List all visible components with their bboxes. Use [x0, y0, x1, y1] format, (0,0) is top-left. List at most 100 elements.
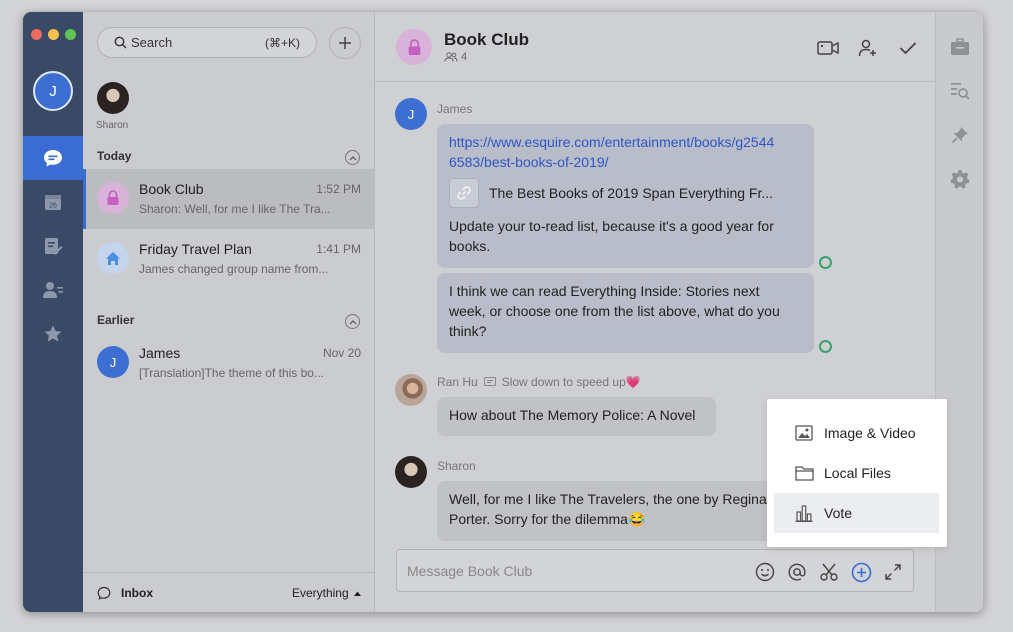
composer-placeholder: Message Book Club	[407, 563, 533, 579]
book-club-avatar	[97, 182, 129, 214]
rail-favorites-button[interactable]	[23, 312, 83, 356]
chat-title: Book Club	[444, 30, 529, 49]
conversation-list-panel: Search (⌘+K) Sharon Today Book Club 1:52…	[83, 12, 375, 612]
user-avatar[interactable]: J	[33, 71, 73, 111]
done-button[interactable]	[896, 36, 920, 60]
rail-contacts-button[interactable]	[23, 268, 83, 312]
gear-icon	[950, 170, 970, 189]
status-icon	[483, 376, 496, 386]
collapse-today-button[interactable]	[345, 150, 360, 165]
link-preview-description-line1: Update your to-read list, because it's a…	[449, 218, 774, 234]
screenshot-button[interactable]	[818, 561, 840, 583]
member-count[interactable]: 4	[444, 51, 467, 63]
sharon-avatar[interactable]	[395, 456, 427, 488]
pinned-messages-button[interactable]	[948, 123, 972, 147]
conversation-preview: Sharon: Well, for me I like The Tra...	[139, 202, 331, 216]
link-preview-card[interactable]: The Best Books of 2019 Span Everything F…	[449, 178, 802, 208]
conversation-item-book-club[interactable]: Book Club 1:52 PM Sharon: Well, for me I…	[83, 169, 375, 229]
search-label: Search	[131, 35, 173, 50]
text-message-bubble[interactable]: I think we can read Everything Inside: S…	[437, 273, 814, 353]
zoom-window-button[interactable]	[65, 29, 76, 40]
read-receipt-icon	[819, 340, 832, 353]
friday-travel-plan-avatar	[97, 242, 129, 274]
sender-name: Ran Hu	[437, 375, 478, 389]
menu-item-label: Local Files	[824, 465, 891, 481]
chevron-up-icon	[349, 319, 356, 324]
expand-icon	[885, 564, 901, 580]
search-box[interactable]: Search (⌘+K)	[97, 27, 317, 58]
group-avatar[interactable]	[396, 29, 432, 65]
message-link[interactable]: https://www.esquire.com/entertainment/bo…	[449, 132, 802, 172]
smiley-icon	[755, 562, 775, 582]
james-message-avatar-initial: J	[407, 106, 415, 122]
message-text-line1: Well, for me I like The Travelers, the o…	[449, 491, 767, 507]
message-sender: Sharon	[437, 459, 476, 473]
james-avatar: J	[97, 346, 129, 378]
pin-icon	[951, 127, 968, 144]
expand-composer-button[interactable]	[882, 561, 904, 583]
message-sender: James	[437, 102, 473, 116]
mention-button[interactable]	[786, 561, 808, 583]
link-message-bubble[interactable]: https://www.esquire.com/entertainment/bo…	[437, 124, 814, 268]
james-message-avatar[interactable]: J	[395, 98, 427, 130]
message-link-line1: https://www.esquire.com/entertainment/bo…	[449, 134, 775, 150]
inbox-label[interactable]: Inbox	[121, 586, 153, 600]
chat-settings-button[interactable]	[948, 167, 972, 191]
inbox-bubble-icon	[97, 586, 111, 600]
message-sender: Ran Hu Slow down to speed up💗	[437, 375, 641, 389]
menu-item-local-files[interactable]: Local Files	[774, 453, 939, 493]
search-history-button[interactable]	[948, 79, 972, 103]
minimize-window-button[interactable]	[48, 29, 59, 40]
briefcase-icon	[951, 38, 969, 55]
section-today-title: Today	[97, 149, 132, 163]
conversation-preview: James changed group name from...	[139, 262, 329, 276]
conversation-time: 1:52 PM	[316, 182, 361, 196]
document-edit-icon	[45, 238, 63, 255]
filter-dropdown[interactable]: Everything	[292, 586, 361, 600]
rail-docs-button[interactable]	[23, 224, 83, 268]
star-icon	[44, 325, 62, 342]
lock-icon	[408, 38, 420, 55]
add-person-icon	[858, 39, 876, 57]
video-call-button[interactable]	[816, 36, 840, 60]
rail-chats-button[interactable]	[23, 136, 83, 180]
menu-item-vote[interactable]: Vote	[774, 493, 939, 533]
at-sign-icon	[788, 563, 806, 581]
menu-item-image-video[interactable]: Image & Video	[774, 413, 939, 453]
folder-icon	[794, 463, 814, 483]
rail-calendar-button[interactable]: 26	[23, 180, 83, 224]
ran-hu-avatar[interactable]	[395, 374, 427, 406]
plus-icon	[339, 37, 351, 49]
sender-status: Slow down to speed up💗	[501, 375, 641, 389]
conversation-title: James	[139, 345, 181, 361]
text-message-bubble[interactable]: Well, for me I like The Travelers, the o…	[437, 481, 797, 541]
svg-text:26: 26	[49, 203, 57, 210]
left-rail: J 26	[23, 12, 83, 612]
emoji-button[interactable]	[754, 561, 776, 583]
new-chat-button[interactable]	[329, 27, 361, 59]
chart-icon	[794, 503, 814, 523]
conversation-item-james[interactable]: J James Nov 20 [Translation]The theme of…	[83, 333, 375, 393]
menu-item-label: Vote	[824, 505, 853, 521]
search-list-icon	[951, 83, 970, 100]
read-receipt-icon	[819, 256, 832, 269]
conversation-time: Nov 20	[322, 346, 361, 360]
conversation-item-friday-travel-plan[interactable]: Friday Travel Plan 1:41 PM James changed…	[83, 229, 375, 289]
group-board-button[interactable]	[948, 35, 972, 59]
message-link-line2: 6583/best-books-of-2019/	[449, 154, 609, 170]
search-icon	[114, 36, 127, 49]
list-footer: Inbox Everything	[83, 572, 375, 612]
member-count-value: 4	[461, 51, 468, 63]
section-earlier-title: Earlier	[97, 313, 135, 327]
collapse-earlier-button[interactable]	[345, 314, 360, 329]
close-window-button[interactable]	[31, 29, 42, 40]
caret-up-icon	[354, 591, 361, 596]
add-member-button[interactable]	[856, 36, 880, 60]
message-composer[interactable]: Message Book Club	[396, 549, 914, 592]
pinned-contact-name: Sharon	[96, 120, 129, 131]
plus-circle-icon	[851, 562, 871, 582]
pinned-contact-avatar[interactable]	[97, 82, 129, 114]
attach-more-button[interactable]	[850, 561, 872, 583]
text-message-bubble[interactable]: How about The Memory Police: A Novel	[437, 397, 716, 436]
chevron-up-icon	[349, 155, 356, 160]
